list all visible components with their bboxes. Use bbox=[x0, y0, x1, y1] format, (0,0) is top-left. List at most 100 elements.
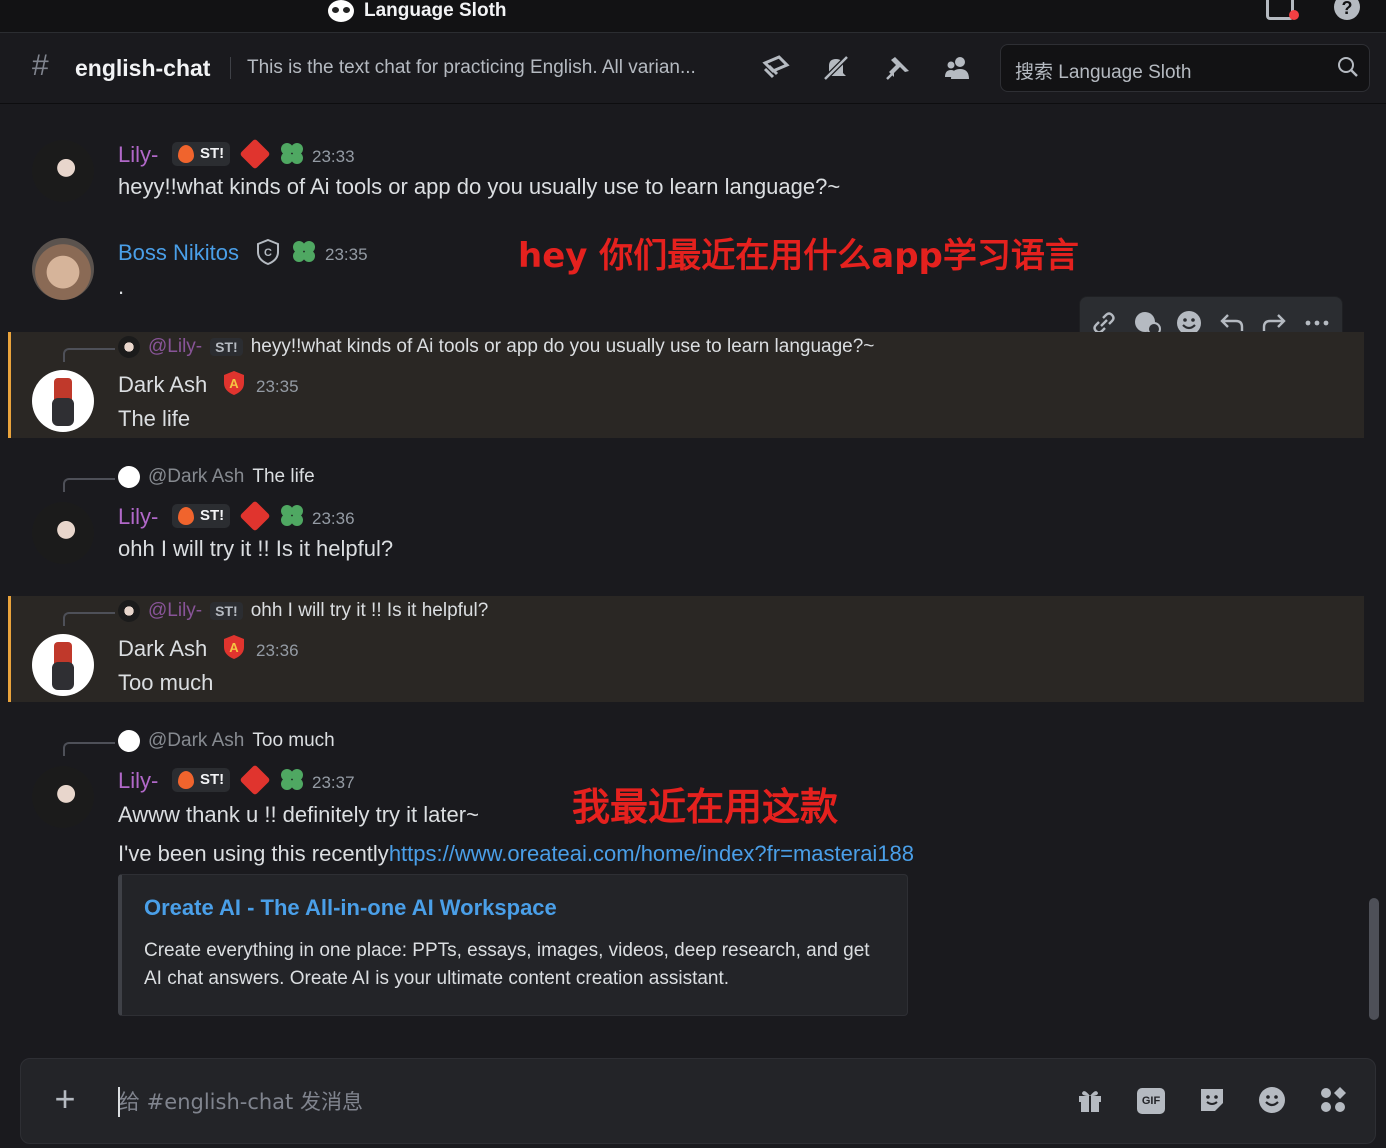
guild-tag[interactable]: ST! bbox=[172, 504, 231, 528]
author-name[interactable]: Lily- bbox=[118, 768, 158, 794]
reply-guild-tag: ST! bbox=[210, 338, 243, 356]
moderator-shield-icon[interactable]: C bbox=[256, 239, 280, 265]
server-header[interactable]: Language Sloth bbox=[328, 0, 507, 22]
threads-icon[interactable] bbox=[760, 53, 792, 85]
guild-tag[interactable]: ST! bbox=[172, 768, 231, 792]
author-name[interactable]: Lily- bbox=[118, 504, 158, 530]
timestamp[interactable]: 23:37 bbox=[312, 773, 355, 793]
reply-author[interactable]: @Dark Ash bbox=[148, 730, 244, 752]
admin-badge-icon[interactable]: A bbox=[222, 370, 246, 396]
reply-preview[interactable]: @Dark Ash The life bbox=[118, 466, 315, 488]
message-text: Awww thank u !! definitely try it later~ bbox=[118, 802, 479, 827]
message-text: heyy!!what kinds of Ai tools or app do y… bbox=[118, 174, 841, 199]
reply-avatar bbox=[118, 600, 140, 622]
guild-tag-label: ST! bbox=[200, 771, 225, 788]
red-envelope-icon[interactable] bbox=[239, 500, 271, 532]
server-icon bbox=[328, 0, 354, 22]
message-text: The life bbox=[118, 406, 191, 431]
avatar[interactable] bbox=[32, 370, 94, 432]
timestamp[interactable]: 23:35 bbox=[325, 245, 368, 265]
reply-guild-tag: ST! bbox=[210, 602, 243, 620]
pin-icon[interactable] bbox=[882, 53, 914, 85]
message: @Dark Ash The life Lily- ST! 23:36 ohh I… bbox=[8, 460, 1364, 566]
clover-icon[interactable] bbox=[291, 239, 317, 263]
reply-connector bbox=[63, 612, 115, 626]
message-text: Too much bbox=[118, 670, 214, 695]
message: @Dark Ash Too much Lily- ST! 23:37 Awww … bbox=[8, 724, 1364, 1024]
notification-muted-icon[interactable] bbox=[820, 53, 852, 85]
reply-author[interactable]: @Lily- bbox=[148, 336, 202, 358]
reply-author[interactable]: @Lily- bbox=[148, 600, 202, 622]
reply-text: heyy!!what kinds of Ai tools or app do y… bbox=[250, 336, 875, 357]
emoji-icon[interactable] bbox=[1255, 1085, 1289, 1119]
reply-connector bbox=[63, 348, 115, 362]
channel-hash-icon: # bbox=[32, 49, 49, 82]
search-icon bbox=[1338, 57, 1358, 77]
search-placeholder: 搜索 Language Sloth bbox=[1015, 62, 1192, 83]
reply-avatar bbox=[118, 466, 140, 488]
red-envelope-icon[interactable] bbox=[239, 764, 271, 796]
annotation-question: hey 你们最近在用什么app学习语言 bbox=[518, 236, 1079, 276]
reply-text: ohh I will try it !! Is it helpful? bbox=[250, 600, 489, 621]
sticker-icon[interactable] bbox=[1195, 1085, 1229, 1119]
svg-text:C: C bbox=[264, 247, 272, 259]
apps-icon[interactable] bbox=[1316, 1085, 1350, 1119]
inbox-icon[interactable] bbox=[1266, 0, 1299, 20]
avatar[interactable] bbox=[32, 766, 94, 828]
message-mention-highlight: @Lily- ST! ohh I will try it !! Is it he… bbox=[8, 596, 1364, 702]
gif-icon[interactable]: GIF bbox=[1137, 1088, 1165, 1114]
help-icon[interactable]: ? bbox=[1334, 0, 1360, 20]
channel-name: english-chat bbox=[75, 55, 211, 81]
clover-icon[interactable] bbox=[279, 767, 305, 791]
reply-preview[interactable]: @Lily- ST! heyy!!what kinds of Ai tools … bbox=[118, 336, 874, 358]
link-embed: Oreate AI - The All-in-one AI Workspace … bbox=[118, 874, 908, 1016]
channel-topic[interactable]: This is the text chat for practicing Eng… bbox=[230, 57, 696, 79]
timestamp[interactable]: 23:33 bbox=[312, 147, 355, 167]
message-input[interactable] bbox=[119, 1085, 1019, 1119]
scrollbar-thumb[interactable] bbox=[1369, 898, 1379, 1020]
guild-tag-label: ST! bbox=[200, 145, 225, 162]
gift-icon[interactable] bbox=[1073, 1085, 1107, 1119]
reply-preview[interactable]: @Dark Ash Too much bbox=[118, 730, 335, 752]
search-box[interactable]: 搜索 Language Sloth bbox=[1000, 44, 1370, 92]
clover-icon[interactable] bbox=[279, 503, 305, 527]
author-name[interactable]: Dark Ash bbox=[118, 636, 207, 662]
reply-author[interactable]: @Dark Ash bbox=[148, 466, 244, 488]
red-envelope-icon[interactable] bbox=[239, 138, 271, 170]
message-text: . bbox=[118, 274, 125, 299]
message-mention-highlight: @Lily- ST! heyy!!what kinds of Ai tools … bbox=[8, 332, 1364, 438]
message-text-line2: I've been using this recentlyhttps://www… bbox=[118, 841, 914, 867]
upload-plus-icon[interactable]: + bbox=[47, 1081, 83, 1117]
message: Lily- ST! 23:33 heyy!!what kinds of Ai t… bbox=[8, 128, 1364, 212]
reply-connector bbox=[63, 478, 115, 492]
svg-text:A: A bbox=[229, 376, 239, 391]
reply-avatar bbox=[118, 730, 140, 752]
guild-tag[interactable]: ST! bbox=[172, 142, 231, 166]
message-text-prefix: I've been using this recently bbox=[118, 841, 389, 866]
reply-text: The life bbox=[252, 466, 315, 487]
timestamp[interactable]: 23:35 bbox=[256, 377, 299, 397]
avatar[interactable] bbox=[32, 502, 94, 564]
message-list: Lily- ST! 23:33 heyy!!what kinds of Ai t… bbox=[0, 104, 1386, 1048]
avatar[interactable] bbox=[32, 140, 94, 202]
avatar[interactable] bbox=[32, 238, 94, 300]
member-list-icon[interactable] bbox=[942, 53, 974, 85]
flame-icon bbox=[178, 507, 194, 525]
embed-title[interactable]: Oreate AI - The All-in-one AI Workspace bbox=[144, 895, 557, 921]
message-link[interactable]: https://www.oreateai.com/home/index?fr=m… bbox=[389, 841, 914, 866]
author-name[interactable]: Lily- bbox=[118, 142, 158, 168]
avatar[interactable] bbox=[32, 634, 94, 696]
reply-text: Too much bbox=[252, 730, 335, 751]
author-name[interactable]: Dark Ash bbox=[118, 372, 207, 398]
title-bar: Language Sloth ? bbox=[0, 0, 1386, 32]
annotation-answer: 我最近在用这款 bbox=[572, 785, 839, 829]
flame-icon bbox=[178, 145, 194, 163]
reply-preview[interactable]: @Lily- ST! ohh I will try it !! Is it he… bbox=[118, 600, 488, 622]
timestamp[interactable]: 23:36 bbox=[312, 509, 355, 529]
admin-badge-icon[interactable]: A bbox=[222, 634, 246, 660]
author-name[interactable]: Boss Nikitos bbox=[118, 240, 239, 266]
clover-icon[interactable] bbox=[279, 141, 305, 165]
reply-connector bbox=[63, 742, 115, 756]
timestamp[interactable]: 23:36 bbox=[256, 641, 299, 661]
flame-icon bbox=[178, 771, 194, 789]
